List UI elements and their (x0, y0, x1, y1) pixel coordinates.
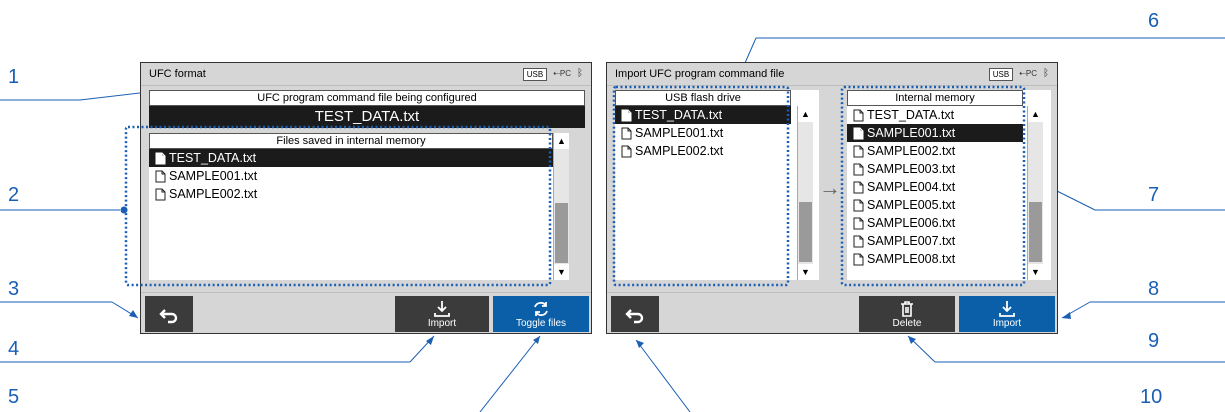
highlight-boxes (124, 85, 1026, 287)
